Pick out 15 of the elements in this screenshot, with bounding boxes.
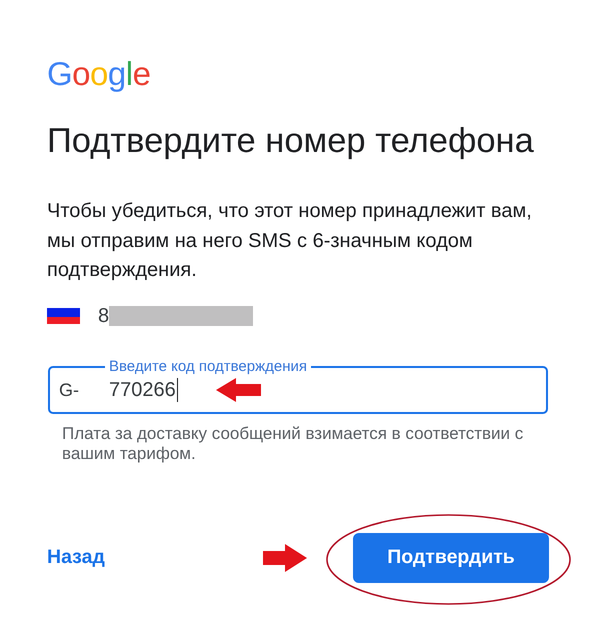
phone-number: 8 bbox=[98, 304, 110, 326]
code-value: 770266 bbox=[109, 379, 176, 401]
description-text: Чтобы убедиться, что этот номер принадлежит вам, мы отправим на него SMS с 6-значным кодом подтверждения. bbox=[47, 199, 533, 283]
left-arrow-icon bbox=[216, 378, 262, 402]
right-arrow-icon bbox=[263, 544, 307, 572]
page-title: Подтвердите номер телефона bbox=[47, 121, 534, 162]
confirm-button[interactable]: Подтвердить bbox=[353, 532, 549, 582]
google-logo: Google bbox=[47, 56, 150, 92]
field-label: Введите код подтверждения bbox=[108, 358, 308, 374]
flag-icon bbox=[47, 308, 80, 324]
back-link[interactable]: Назад bbox=[47, 542, 105, 572]
code-prefix: G- bbox=[59, 379, 80, 401]
hint-text: Плата за доставку сообщений взимается в соответствии с вашим тарифом. bbox=[62, 424, 524, 464]
code-input-field[interactable]: Введите код подтверждения G- 770266 bbox=[48, 358, 548, 414]
text-cursor bbox=[176, 378, 178, 402]
